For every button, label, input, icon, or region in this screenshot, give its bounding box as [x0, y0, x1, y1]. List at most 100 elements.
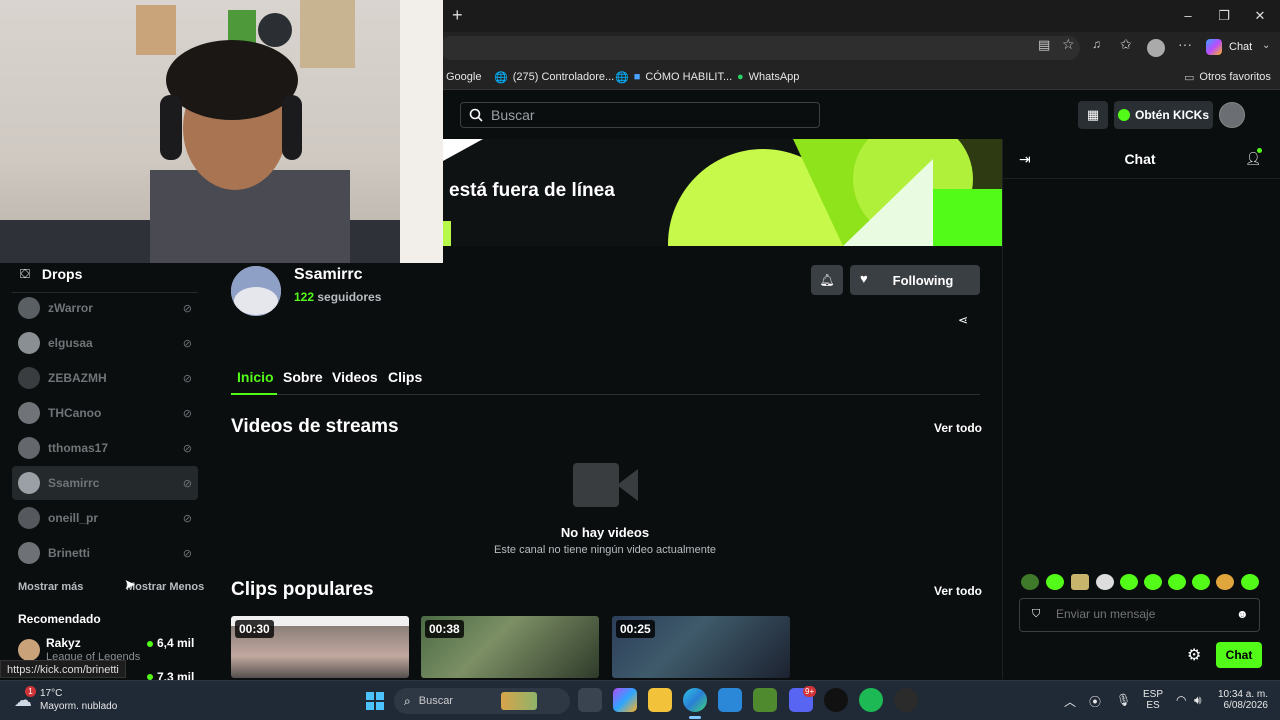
- chevron-down-icon[interactable]: ⌄: [1262, 40, 1270, 51]
- browse-button[interactable]: ▦: [1078, 101, 1108, 129]
- channel-name: zWarror: [48, 301, 93, 315]
- share-icon[interactable]: ⋖: [958, 313, 968, 327]
- copilot-chat-button[interactable]: Chat: [1229, 41, 1252, 53]
- shield-icon[interactable]: ⛉: [1032, 608, 1040, 621]
- videos-see-all-link[interactable]: Ver todo: [934, 421, 982, 435]
- favorite-label: (275) Controladore...: [512, 71, 615, 83]
- channel-name: Rakyz: [46, 636, 81, 650]
- reader-view-icon[interactable]: ▤: [1038, 37, 1050, 53]
- live-dot-icon: [147, 641, 153, 647]
- offline-icon: ⊘: [182, 477, 192, 490]
- other-favorites-label: Otros favoritos: [1199, 71, 1271, 83]
- search-box[interactable]: [460, 102, 820, 128]
- notification-button[interactable]: 🔔︎: [811, 265, 843, 295]
- emote-icon[interactable]: [1046, 574, 1064, 590]
- emote-icon[interactable]: [1096, 574, 1114, 590]
- tab-inicio[interactable]: Inicio: [237, 369, 274, 385]
- restore-icon[interactable]: ❐: [1214, 6, 1234, 26]
- emote-icon[interactable]: [1216, 574, 1234, 590]
- following-button[interactable]: ♥ Following: [850, 265, 980, 295]
- favorite-google[interactable]: Google: [446, 68, 481, 86]
- favorites-icon[interactable]: ✩: [1120, 36, 1132, 53]
- minecraft-icon[interactable]: [753, 688, 777, 712]
- emote-icon[interactable]: [1021, 574, 1039, 590]
- search-input[interactable]: [491, 107, 791, 123]
- emote-icon[interactable]: [1168, 574, 1186, 590]
- more-icon[interactable]: ···: [1178, 36, 1192, 52]
- favorite-controladores[interactable]: 🌐 (275) Controladore...: [494, 68, 614, 86]
- globe-icon: 🌐: [615, 71, 629, 84]
- minimize-icon[interactable]: –: [1178, 6, 1198, 26]
- sidebar-item-thcanoo[interactable]: THCanoo ⊘: [12, 396, 198, 430]
- grid-icon: ▦: [1086, 107, 1100, 122]
- other-favorites[interactable]: ▭ Otros favoritos: [1184, 68, 1271, 86]
- close-icon[interactable]: ✕: [1250, 6, 1270, 26]
- sidebar-item-ssamirrc[interactable]: Ssamirrc ⊘: [12, 466, 198, 500]
- emote-icon[interactable]: [1071, 574, 1089, 590]
- favorite-whatsapp[interactable]: ● WhatsApp: [737, 68, 799, 86]
- drops-item[interactable]: ⛋ Drops: [20, 264, 82, 284]
- sidebar-item-zebazmh[interactable]: ZEBAZMH ⊘: [12, 361, 198, 395]
- weather-widget[interactable]: ☁ 1 17°C Mayorm. nublado: [14, 686, 134, 714]
- favorite-star-icon[interactable]: ☆: [1062, 36, 1075, 53]
- followers-count: 122: [294, 290, 315, 304]
- edge-icon[interactable]: [683, 688, 707, 712]
- videos-section-title: Videos de streams: [231, 416, 399, 437]
- tab-sobre[interactable]: Sobre: [283, 369, 323, 385]
- tiktok-icon[interactable]: [824, 688, 848, 712]
- favorite-label: WhatsApp: [748, 71, 800, 83]
- sidebar-item-oneill-pr[interactable]: oneill_pr ⊘: [12, 501, 198, 535]
- store-icon[interactable]: [718, 688, 742, 712]
- m365-icon[interactable]: [613, 688, 637, 712]
- emote-icon[interactable]: [1144, 574, 1162, 590]
- windows-start-icon[interactable]: [366, 692, 384, 710]
- profile-avatar[interactable]: [1147, 39, 1165, 57]
- show-less-link[interactable]: Mostrar Menos: [126, 581, 204, 593]
- sidebar-item-tthomas17[interactable]: tthomas17 ⊘: [12, 431, 198, 465]
- globe-icon: 🌐: [494, 71, 508, 84]
- clip-card[interactable]: 00:30: [231, 616, 409, 678]
- sidebar-item-brinetti[interactable]: Brinetti ⊘: [12, 536, 198, 570]
- extensions-icon[interactable]: ♫: [1092, 37, 1101, 51]
- taskbar-search[interactable]: ⌕ Buscar: [394, 688, 570, 714]
- show-more-link[interactable]: Mostrar más: [18, 581, 83, 593]
- chat-input-box[interactable]: ⛉ ☻: [1019, 598, 1260, 632]
- clips-see-all-link[interactable]: Ver todo: [934, 584, 982, 598]
- task-view-icon[interactable]: [578, 688, 602, 712]
- favorite-como-habilitar[interactable]: 🌐 ■ CÓMO HABILIT...: [615, 68, 732, 86]
- get-kicks-button[interactable]: Obtén KICKs: [1114, 101, 1213, 129]
- active-tab-indicator: [231, 393, 277, 395]
- emote-icon[interactable]: [1241, 574, 1259, 590]
- file-explorer-icon[interactable]: [648, 688, 672, 712]
- address-bar[interactable]: [440, 36, 1080, 60]
- clip-card[interactable]: 00:25: [612, 616, 790, 678]
- chat-send-button[interactable]: Chat: [1216, 642, 1262, 668]
- wifi-icon[interactable]: ◠: [1176, 693, 1186, 707]
- user-avatar[interactable]: [1219, 102, 1245, 128]
- emote-icon[interactable]: [1192, 574, 1210, 590]
- sidebar-item-zwarror[interactable]: zWarror ⊘: [12, 291, 198, 325]
- chat-input[interactable]: [1056, 607, 1226, 621]
- channel-name: elgusaa: [48, 336, 93, 350]
- clock[interactable]: 10:34 a. m. 6/08/2026: [1214, 689, 1268, 711]
- app-icon[interactable]: [894, 688, 918, 712]
- chat-users-icon[interactable]: 👤︎: [1245, 151, 1262, 167]
- tab-videos[interactable]: Videos: [332, 369, 378, 385]
- language-indicator[interactable]: ESP ES: [1143, 689, 1163, 711]
- tab-clips[interactable]: Clips: [388, 369, 422, 385]
- emote-icon[interactable]: [1120, 574, 1138, 590]
- sidebar-item-elgusaa[interactable]: elgusaa ⊘: [12, 326, 198, 360]
- emoji-icon[interactable]: ☻: [1236, 607, 1249, 621]
- tray-app-icon[interactable]: ⦿: [1089, 693, 1101, 710]
- microphone-icon[interactable]: 🎙︎: [1116, 693, 1131, 707]
- chat-settings-icon[interactable]: ⚙: [1187, 645, 1201, 665]
- tray-chevron-up-icon[interactable]: ︿: [1064, 693, 1076, 710]
- spotify-icon[interactable]: [859, 688, 883, 712]
- avatar: [18, 542, 40, 564]
- volume-icon[interactable]: 🔊︎: [1194, 693, 1202, 708]
- weather-badge: 1: [25, 686, 36, 697]
- copilot-icon[interactable]: [1206, 39, 1222, 55]
- new-tab-icon[interactable]: +: [452, 5, 463, 26]
- no-videos-description: Este canal no tiene ningún video actualm…: [494, 544, 716, 556]
- clip-card[interactable]: 00:38: [421, 616, 599, 678]
